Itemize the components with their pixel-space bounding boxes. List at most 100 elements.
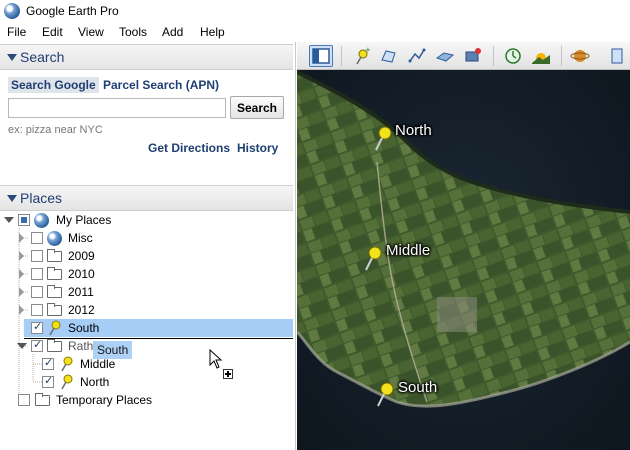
add-path-icon [408,48,426,63]
expand-arrow-icon[interactable] [19,251,24,261]
expand-arrow-icon[interactable] [19,269,24,279]
drag-ghost-label: South [97,343,129,357]
folder-open-icon [47,339,62,352]
sidebar-toggle-icon [312,48,330,64]
tree-item-label: 2010 [68,267,95,281]
tree-checkbox[interactable] [31,286,43,298]
expand-arrow-icon[interactable] [19,305,24,315]
places-tree: My Places Misc 2009 2010 2011 2012 ✓ Sou… [0,210,293,450]
menu-bar: File Edit View Tools Add Help [0,22,630,42]
folder-icon [47,267,62,280]
north-placemark-label[interactable]: North [395,122,432,139]
expand-arrow-icon[interactable] [19,233,24,243]
tree-checkbox[interactable] [42,356,54,370]
add-polygon-button[interactable] [377,45,401,67]
folder-icon [35,393,50,406]
search-input[interactable] [8,98,226,118]
south-placemark-pin-icon[interactable] [373,382,395,408]
record-tour-button[interactable] [461,45,485,67]
svg-text:+: + [365,46,371,54]
tree-item-label: North [80,375,110,389]
tree-item-label: 2012 [68,303,95,317]
search-panel-title: Search [20,49,65,65]
google-earth-app-icon [4,3,20,19]
record-tour-icon [465,48,481,62]
tab-search-google[interactable]: Search Google [8,77,99,93]
expand-arrow-icon[interactable] [17,343,27,349]
add-image-overlay-icon [435,52,455,62]
north-placemark-pin-icon[interactable] [371,126,393,152]
menu-edit[interactable]: Edit [42,25,63,39]
toolbar-overflow-icon [611,48,623,64]
tab-parcel-search[interactable]: Parcel Search (APN) [103,78,219,92]
tree-item-misc[interactable]: Misc [0,229,293,247]
pushpin-icon [61,356,73,372]
tree-checkbox[interactable] [31,232,43,244]
menu-add[interactable]: Add [162,25,183,39]
tree-item-2009[interactable]: 2009 [0,247,293,265]
tree-item-north[interactable]: North [0,373,293,391]
historical-imagery-button[interactable] [501,45,525,67]
title-bar: Google Earth Pro [0,0,630,22]
tree-item-2011[interactable]: 2011 [0,283,293,301]
tree-checkbox[interactable] [31,268,43,280]
menu-help[interactable]: Help [200,25,225,39]
menu-tools[interactable]: Tools [119,25,147,39]
search-button[interactable]: Search [230,96,284,119]
add-path-button[interactable] [405,45,429,67]
mouse-pointer-icon [209,349,223,369]
tree-checkbox[interactable] [31,250,43,262]
tree-checkbox[interactable] [42,374,54,388]
add-polygon-icon [381,50,396,63]
sunlight-icon [532,53,550,64]
tree-item-2010[interactable]: 2010 [0,265,293,283]
menu-view[interactable]: View [78,25,104,39]
search-panel-header[interactable]: Search [0,44,293,70]
get-directions-link[interactable]: Get Directions [148,141,230,155]
search-hint: ex: pizza near NYC [8,124,103,136]
collapse-triangle-icon [7,54,17,61]
expand-arrow-icon[interactable] [4,217,14,223]
toolbar-separator [493,46,494,66]
tree-item-2012[interactable]: 2012 [0,301,293,319]
tree-item-south[interactable]: South [24,319,293,337]
places-panel-header[interactable]: Places [0,185,293,211]
add-placemark-icon: + [356,46,371,65]
tree-item-label: Misc [68,231,93,245]
tree-checkbox[interactable] [18,214,30,226]
map-view[interactable]: North Middle South [297,42,630,450]
window-title: Google Earth Pro [26,4,119,18]
tree-item-label: Middle [80,357,116,371]
middle-placemark-pin-icon[interactable] [361,246,383,272]
tree-checkbox[interactable] [31,320,43,334]
tree-item-my-places[interactable]: My Places [0,211,293,229]
add-placemark-button[interactable]: + [349,45,373,67]
expand-arrow-icon[interactable] [19,287,24,297]
history-link[interactable]: History [237,141,278,155]
toolbar-overflow-button[interactable] [607,45,629,67]
folder-icon [47,285,62,298]
tree-item-rathlin[interactable]: Rathlin [0,337,293,355]
sunlight-button[interactable] [529,45,553,67]
globe-icon [34,213,49,228]
south-placemark-label[interactable]: South [398,379,437,396]
tree-item-label: 2011 [68,285,94,299]
places-panel-title: Places [20,190,63,206]
add-image-overlay-button[interactable] [433,45,457,67]
tree-item-label: Temporary Places [56,393,153,407]
tree-item-label: 2009 [68,249,95,263]
middle-placemark-label[interactable]: Middle [386,242,430,259]
globe-icon [47,231,62,246]
tree-item-temporary-places[interactable]: Temporary Places [0,391,293,409]
tree-item-middle[interactable]: Middle [0,355,293,373]
pushpin-icon [61,374,73,390]
menu-file[interactable]: File [7,25,26,39]
toolbar-separator [561,46,562,66]
tree-item-label: South [68,321,100,335]
tree-item-label: My Places [56,213,112,227]
planets-button[interactable] [569,45,593,67]
tree-checkbox[interactable] [31,338,43,352]
tree-checkbox[interactable] [18,394,30,406]
sidebar-toggle-button[interactable] [309,45,333,67]
tree-checkbox[interactable] [31,304,43,316]
